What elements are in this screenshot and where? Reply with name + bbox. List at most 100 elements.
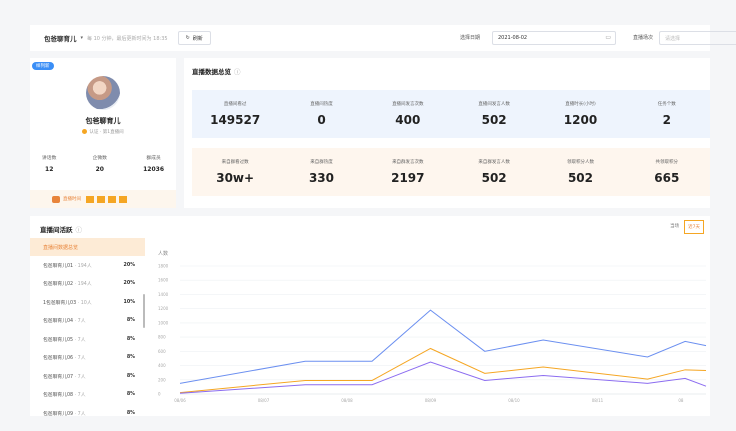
room-name: 包爸聊育儿08 · 7人 [43,393,86,399]
activity-title: 直播间活跃 ⓘ [40,224,82,234]
room-count: · 7人 [74,411,86,416]
y-tick-label: 200 [158,377,166,382]
list-item[interactable]: 包爸聊育儿01 · 194人 20% [30,256,145,275]
profile-name: 包爸聊育儿 [85,117,121,125]
metric: 共领取积分 665 [624,148,710,196]
x-tick-label: 08/07 [258,398,270,403]
scene-select[interactable]: 请选择 [659,31,736,45]
profile-stats: 讲话数 12 企微数 20 群成员 12036 [42,154,164,173]
stat-value: 12 [45,166,54,173]
list-item[interactable]: 包爸聊育儿04 · 7人 8% [30,312,145,331]
metric-value: 0 [317,113,326,127]
metric-label: 直播间看过 [223,102,247,107]
account-name[interactable]: 包爸聊育儿 [44,33,77,43]
tab-last-7-days[interactable]: 近7天 [684,220,704,234]
scene-label: 直播场次 [633,35,654,41]
metric-value: 502 [567,171,593,185]
y-tick-label: 1200 [158,306,169,311]
stat-talks: 讲话数 12 [42,154,56,173]
room-percent: 8% [126,355,135,361]
series-line-1 [179,347,707,394]
stat-value: 12036 [143,166,164,173]
list-item[interactable]: 包爸聊育儿07 · 7人 8% [30,367,145,386]
list-item[interactable]: 包爸聊育儿06 · 7人 8% [30,349,145,368]
room-count: · 7人 [74,319,86,325]
room-list: 直播间数据总览 包爸聊育儿01 · 194人 20% 包爸聊育儿02 · 194人 2… [30,238,145,416]
time-digit-box [97,195,105,203]
live-time-bar: 直播时间 [30,190,176,208]
room-percent: 8% [126,336,135,342]
stat-wecom: 企微数 20 [93,154,107,173]
y-tick-label: 800 [158,335,166,340]
series-line-2 [179,361,707,394]
time-digit-box [108,195,116,203]
room-percent: 8% [126,392,135,398]
chart-svg: 人数 0 200 400 600 800 1000 1200 1400 1600 1800 08/06… [158,250,707,403]
x-tick-label: 08 [678,398,684,403]
room-name: 包爸聊育儿01 · 194人 [43,263,92,269]
date-picker[interactable]: 2021-08-02 ▭ [492,31,616,45]
calendar-icon: ▭ [605,34,611,41]
overview-panel: 直播数据总览 ⓘ 直播间看过 149527 直播间热度 0 直播间发言次数 400 直播… [184,58,710,208]
live-icon [52,195,60,203]
list-item[interactable]: 包爸聊育儿02 · 194人 20% [30,275,145,294]
refresh-icon: ↻ [185,35,190,41]
room-count: · 7人 [74,337,86,343]
info-icon[interactable]: ⓘ [234,68,241,76]
room-name: 包爸聊育儿04 · 7人 [43,319,86,325]
stat-members: 群成员 12036 [143,154,164,173]
metric: 来自群发言次数 2197 [365,148,451,196]
room-count: · 7人 [74,356,86,362]
room-name: 包爸聊育儿06 · 7人 [43,356,86,362]
profile-meta: 认证 · 第1直播间 [30,129,176,135]
metric: 直播间发言次数 400 [365,90,451,138]
list-item[interactable]: 包爸聊育儿08 · 7人 8% [30,386,145,405]
x-tick-label: 08/06 [174,398,186,403]
x-tick-label: 08/10 [508,398,520,403]
metric: 来自群热度 330 [278,148,364,196]
profile-tag: 样列新 [32,62,54,70]
refresh-button[interactable]: ↻ 刷新 [177,31,211,45]
metric: 直播时长(小时) 1200 [537,90,623,138]
room-count: · 7人 [74,393,86,399]
list-item[interactable]: 包爸聊育儿05 · 7人 8% [30,330,145,349]
list-item[interactable]: 包爸聊育儿09 · 7人 8% [30,404,145,416]
room-name: 1包爸聊育儿03 · 10人 [43,300,92,306]
overview-title: 直播数据总览 ⓘ [192,66,241,76]
room-percent: 10% [123,299,135,305]
info-icon[interactable]: ⓘ [76,226,83,234]
stat-label: 企微数 [92,156,107,161]
room-percent: 8% [126,410,135,416]
y-tick-label: 0 [158,392,161,397]
room-percent: 20% [123,281,135,287]
series-line-0 [179,309,707,384]
tab-current[interactable]: 当场 [667,220,682,234]
y-tick-label: 600 [158,349,166,354]
room-percent: 20% [123,262,135,268]
activity-title-text: 直播间活跃 [40,226,73,234]
room-count: · 10人 [77,300,92,306]
y-tick-label: 400 [158,363,166,368]
time-digit-box [119,195,127,203]
room-percent: 8% [126,373,135,379]
list-item[interactable]: 1包爸聊育儿03 · 10人 10% [30,293,145,312]
chevron-down-icon[interactable]: ▾ [81,35,84,41]
metric-value: 502 [481,171,507,185]
metric-row-group: 来自群看过数 30w+ 来自群热度 330 来自群发言次数 2197 来自群发言人数 5… [192,148,710,196]
stat-value: 20 [95,166,104,173]
verified-icon [82,129,88,134]
metric-value: 1200 [563,113,598,127]
time-digit-box [86,195,94,203]
scrollbar[interactable] [143,294,145,328]
profile-card: 样列新 包爸聊育儿 认证 · 第1直播间 讲话数 12 企微数 20 群成员 1… [30,58,176,208]
room-list-head[interactable]: 直播间数据总览 [30,238,145,256]
metric-value: 330 [308,171,335,185]
metric: 来自群看过数 30w+ [192,148,278,196]
y-tick-label: 1400 [158,292,169,297]
metric-label: 来自群发言次数 [392,160,424,165]
top-bar: 包爸聊育儿 ▾ 每 10 分钟，最后更新时间为 18:35 ↻ 刷新 选择日期 … [30,25,736,51]
y-tick-label: 1600 [158,278,169,283]
metric-value: 502 [481,113,507,127]
metric-label: 直播间热度 [310,102,333,107]
metric-value: 2197 [391,171,425,185]
